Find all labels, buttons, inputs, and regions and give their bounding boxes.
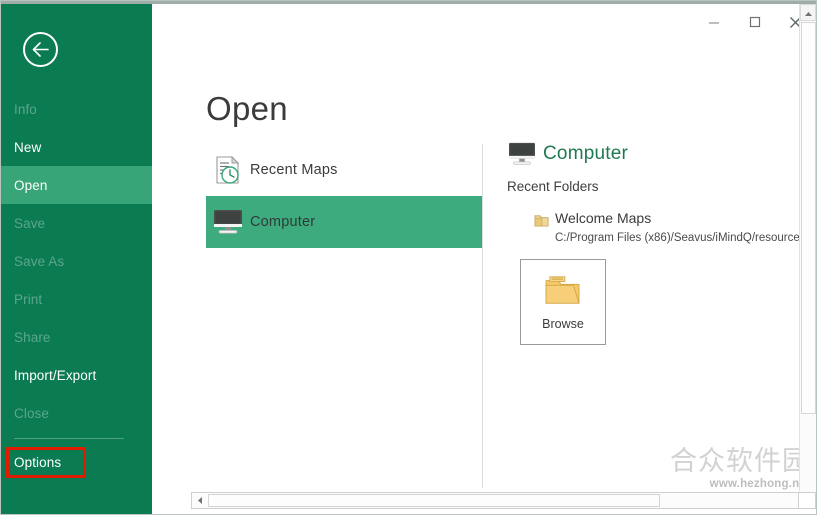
sidebar-item-share[interactable]: Share xyxy=(1,318,152,356)
watermark: 合众软件园 www.hezhong.net xyxy=(670,447,810,492)
sidebar-item-label: Save As xyxy=(14,253,65,269)
scrollbar-corner xyxy=(798,492,816,509)
place-item-label: Computer xyxy=(250,214,316,230)
scroll-up-button[interactable] xyxy=(800,4,816,21)
minimize-button[interactable] xyxy=(693,4,734,40)
bottom-strip xyxy=(303,511,816,514)
sidebar-item-label: Save xyxy=(14,215,46,231)
back-arrow-icon xyxy=(31,42,50,57)
page-title: Open xyxy=(206,90,288,127)
folder-icon xyxy=(527,210,555,228)
sidebar-divider xyxy=(14,438,124,439)
application-window: Info New Open Save Save As Print Share I… xyxy=(0,0,817,515)
backstage-sidebar: Info New Open Save Save As Print Share I… xyxy=(1,4,152,514)
place-item-recent-maps[interactable]: Recent Maps xyxy=(206,144,482,196)
computer-icon xyxy=(507,141,543,167)
watermark-url: www.hezhong.net xyxy=(709,478,810,490)
sidebar-item-label: Share xyxy=(14,329,51,345)
horizontal-scrollbar[interactable] xyxy=(191,492,811,509)
recent-folder-name: Welcome Maps xyxy=(555,210,652,226)
place-item-label: Recent Maps xyxy=(250,162,338,178)
sidebar-item-save-as[interactable]: Save As xyxy=(1,242,152,280)
sidebar-item-print[interactable]: Print xyxy=(1,280,152,318)
vertical-scrollbar-thumb[interactable] xyxy=(801,22,816,414)
sidebar-item-label: Open xyxy=(14,177,48,193)
sidebar-item-info[interactable]: Info xyxy=(1,90,152,128)
sidebar-options-wrapper: Options xyxy=(1,443,152,481)
computer-icon xyxy=(206,208,250,236)
places-list: Recent Maps Computer xyxy=(206,144,482,248)
backstage-nav: Info New Open Save Save As Print Share I… xyxy=(1,90,152,481)
open-folder-icon xyxy=(544,274,582,311)
place-item-computer[interactable]: Computer xyxy=(206,196,482,248)
sidebar-item-label: Info xyxy=(14,101,37,117)
watermark-chinese: 合众软件园 xyxy=(670,446,810,477)
browse-label: Browse xyxy=(542,316,584,331)
recent-folder-path: C:/Program Files (x86)/Seavus/iMindQ/res… xyxy=(555,232,806,244)
sidebar-item-new[interactable]: New xyxy=(1,128,152,166)
recent-folders-heading: Recent Folders xyxy=(507,179,599,194)
sidebar-item-label: Close xyxy=(14,405,50,421)
horizontal-scrollbar-thumb[interactable] xyxy=(208,494,660,507)
column-divider xyxy=(482,144,483,488)
maximize-button[interactable] xyxy=(734,4,775,40)
minimize-icon xyxy=(708,16,720,28)
sidebar-item-open[interactable]: Open xyxy=(1,166,152,204)
vertical-scrollbar[interactable] xyxy=(799,4,816,498)
browse-button[interactable]: Browse xyxy=(520,259,606,345)
window-controls xyxy=(693,4,816,40)
backstage-content: Open Recent Maps Computer Computer Recen… xyxy=(152,4,816,514)
details-title: Computer xyxy=(543,143,629,164)
sidebar-item-save[interactable]: Save xyxy=(1,204,152,242)
caret-up-icon xyxy=(804,4,813,22)
sidebar-item-label: New xyxy=(14,139,42,155)
sidebar-item-close[interactable]: Close xyxy=(1,394,152,432)
caret-left-icon xyxy=(197,492,203,510)
details-header: Computer xyxy=(507,139,807,169)
details-panel: Computer Recent Folders Welcome Maps C:/… xyxy=(507,139,807,345)
sidebar-item-label: Import/Export xyxy=(14,367,97,383)
sidebar-item-label: Print xyxy=(14,291,43,307)
sidebar-item-import-export[interactable]: Import/Export xyxy=(1,356,152,394)
sidebar-item-label: Options xyxy=(14,454,62,470)
back-button[interactable] xyxy=(23,32,58,67)
scroll-left-button[interactable] xyxy=(192,493,207,508)
recent-maps-icon xyxy=(206,155,250,185)
recent-folder-item[interactable]: Welcome Maps C:/Program Files (x86)/Seav… xyxy=(527,210,816,246)
maximize-icon xyxy=(749,16,761,28)
sidebar-item-options[interactable]: Options xyxy=(1,443,152,481)
recent-folder-text: Welcome Maps C:/Program Files (x86)/Seav… xyxy=(555,210,806,246)
